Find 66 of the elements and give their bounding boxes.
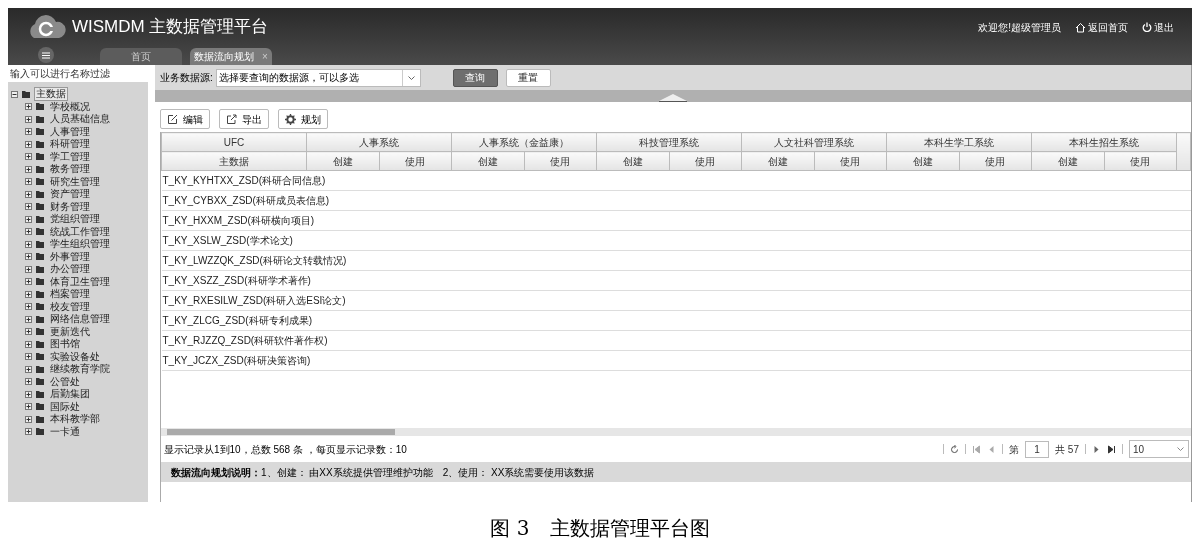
tree-item[interactable]: 图书馆 [48,337,82,352]
page-size-select[interactable]: 10 [1129,440,1189,458]
tree-item[interactable]: 资产管理 [48,187,92,202]
column-header: 人事系统（金益康） [451,132,597,152]
app-title: WISMDM 主数据管理平台 [72,16,269,39]
tree-item[interactable]: 科研管理 [48,137,92,152]
tree-item[interactable]: 体育卫生管理 [48,274,112,289]
tree-item[interactable]: 外事管理 [48,249,92,264]
plan-button[interactable]: 规划 [278,109,328,129]
filter-field[interactable]: 输入可以进行名称过滤 [8,65,148,82]
tree-item[interactable]: 学生组织管理 [48,237,112,252]
query-button[interactable]: 查询 [452,68,498,87]
tree-item[interactable]: 本科教学部 [48,412,102,427]
logout-link[interactable]: 退出 [1142,19,1174,35]
table-cell: T_KY_LWZZQK_ZSD(科研论文转载情况) [161,250,597,271]
page-field[interactable]: 1 [1025,440,1050,458]
table-cell: T_KY_CYBXX_ZSD(科研成员表信息) [161,190,597,211]
tree-item[interactable]: 办公管理 [48,262,92,277]
figure-caption: 图 3 主数据管理平台图 [490,514,710,542]
tree-item[interactable]: 财务管理 [48,199,92,214]
tree-item[interactable]: 学校概况 [48,99,92,114]
tree-item[interactable]: 人事管理 [48,124,92,139]
table-cell: T_KY_RJZZQ_ZSD(科研软件著作权) [161,330,597,351]
tree-item[interactable]: 研究生管理 [48,174,102,189]
tree-item[interactable]: 校友管理 [48,299,92,314]
tree-item[interactable]: 后勤集团 [48,387,92,402]
edit-button[interactable]: 编辑 [160,109,210,129]
column-header: UFC [161,132,307,152]
tab[interactable]: 首页 [100,48,182,65]
table-cell: T_KY_ZLCG_ZSD(科研专利成果) [161,310,597,331]
tree-item[interactable]: 人员基础信息 [48,112,112,127]
page-label: 第 [1009,442,1020,457]
welcome-text: 欢迎您!超级管理员 [978,20,1061,35]
column-header: 人文社科管理系统 [741,132,887,152]
table-cell: T_KY_RXESILW_ZSD(科研入选ESI论文) [161,290,597,311]
record-summary: 显示记录从1到10，总数 568 条 ，每页显示记录数：10 [164,442,407,457]
tree-item[interactable]: 教务管理 [48,162,92,177]
rule-note: 数据流向规划说明：1、创建： 由XX系统提供管理维护功能 2、使用： XX系统需要使用该数据 [171,465,595,480]
tree-item[interactable]: 更新迭代 [48,324,92,339]
table-cell: T_KY_JCZX_ZSD(科研决策咨询) [161,350,597,371]
table-cell: T_KY_XSZZ_ZSD(科研学术著作) [161,270,597,291]
tree-item[interactable]: 一卡通 [48,424,82,439]
tab[interactable]: 数据流向规划 × [190,48,272,65]
tree-item[interactable]: 主数据 [34,87,68,102]
table-cell: T_KY_XSLW_ZSD(学术论文) [161,230,597,251]
home-link[interactable]: 返回首页 [1075,19,1128,35]
datasource-select[interactable]: 选择要查询的数据源，可以多选 [215,68,421,87]
page-total: 共 57 [1055,442,1079,457]
table-cell: T_KY_KYHTXX_ZSD(科研合同信息) [161,170,597,191]
tree-item[interactable]: 继续教育学院 [48,362,112,377]
column-header: 本科生招生系统 [1031,132,1177,152]
column-header: 本科生学工系统 [886,132,1032,152]
tree-item[interactable]: 统战工作管理 [48,224,112,239]
tree-item[interactable]: 档案管理 [48,287,92,302]
datasource-label: 业务数据源: [160,71,213,85]
reset-button[interactable]: 重置 [505,68,551,87]
tree-item[interactable]: 实验设备处 [48,349,102,364]
column-header: 人事系统 [306,132,452,152]
column-header: 科技管理系统 [596,132,742,152]
export-button[interactable]: 导出 [219,109,269,129]
tree-item[interactable]: 学工管理 [48,149,92,164]
table-cell: T_KY_HXXM_ZSD(科研横向项目) [161,210,597,231]
tree-item[interactable]: 党组织管理 [48,212,102,227]
tree-item[interactable]: 网络信息管理 [48,312,112,327]
tree-item[interactable]: 公管处 [48,374,82,389]
tree-item[interactable]: 国际处 [48,399,82,414]
